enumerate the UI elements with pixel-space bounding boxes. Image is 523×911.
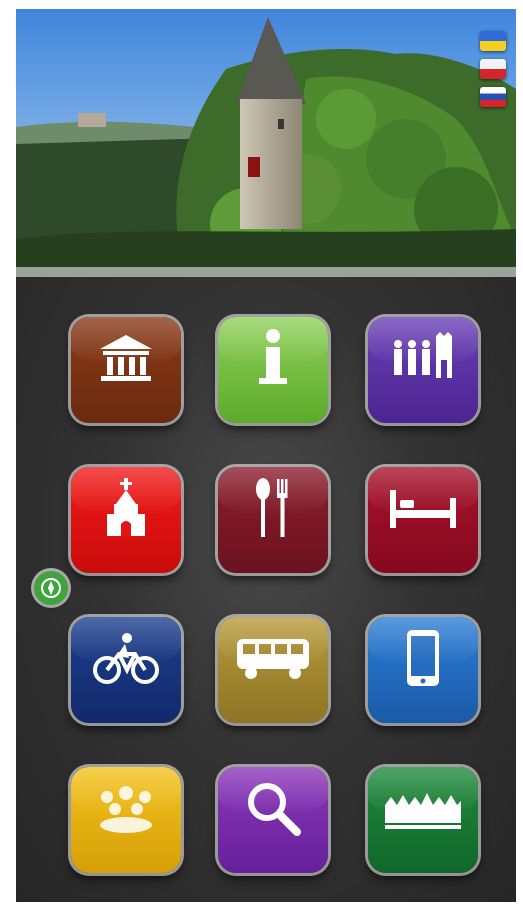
info-tile[interactable] — [218, 317, 328, 423]
crowd-icon — [71, 777, 181, 839]
compass-button[interactable] — [34, 571, 68, 605]
russian-flag-icon[interactable] — [480, 87, 506, 107]
magnifier-icon — [218, 777, 328, 839]
cutlery-icon — [218, 477, 328, 539]
info-icon — [218, 327, 328, 389]
excursions-tile[interactable] — [368, 317, 478, 423]
castle-photo — [16, 9, 516, 277]
language-selector — [480, 31, 506, 107]
bed-icon — [368, 477, 478, 539]
active-rest-tile[interactable] — [71, 617, 181, 723]
forest-icon — [368, 777, 478, 839]
polish-flag-icon[interactable] — [480, 59, 506, 79]
hero-banner — [16, 9, 516, 277]
museum-icon — [71, 327, 181, 389]
main-menu-grid — [16, 277, 516, 902]
people-tower-icon — [368, 327, 478, 389]
events-tile[interactable] — [71, 767, 181, 873]
church-icon — [71, 477, 181, 539]
nature-tile[interactable] — [368, 767, 478, 873]
ukrainian-flag-icon[interactable] — [480, 31, 506, 51]
restaurants-tile[interactable] — [218, 467, 328, 573]
sacral-tile[interactable] — [71, 467, 181, 573]
mobile-tile[interactable] — [368, 617, 478, 723]
hotels-tile[interactable] — [368, 467, 478, 573]
app-screen — [16, 9, 516, 902]
transport-tile[interactable] — [218, 617, 328, 723]
museums-tile[interactable] — [71, 317, 181, 423]
smartphone-icon — [368, 627, 478, 689]
compass-icon — [41, 578, 61, 598]
bicycle-icon — [71, 627, 181, 689]
bus-icon — [218, 627, 328, 689]
search-tile[interactable] — [218, 767, 328, 873]
